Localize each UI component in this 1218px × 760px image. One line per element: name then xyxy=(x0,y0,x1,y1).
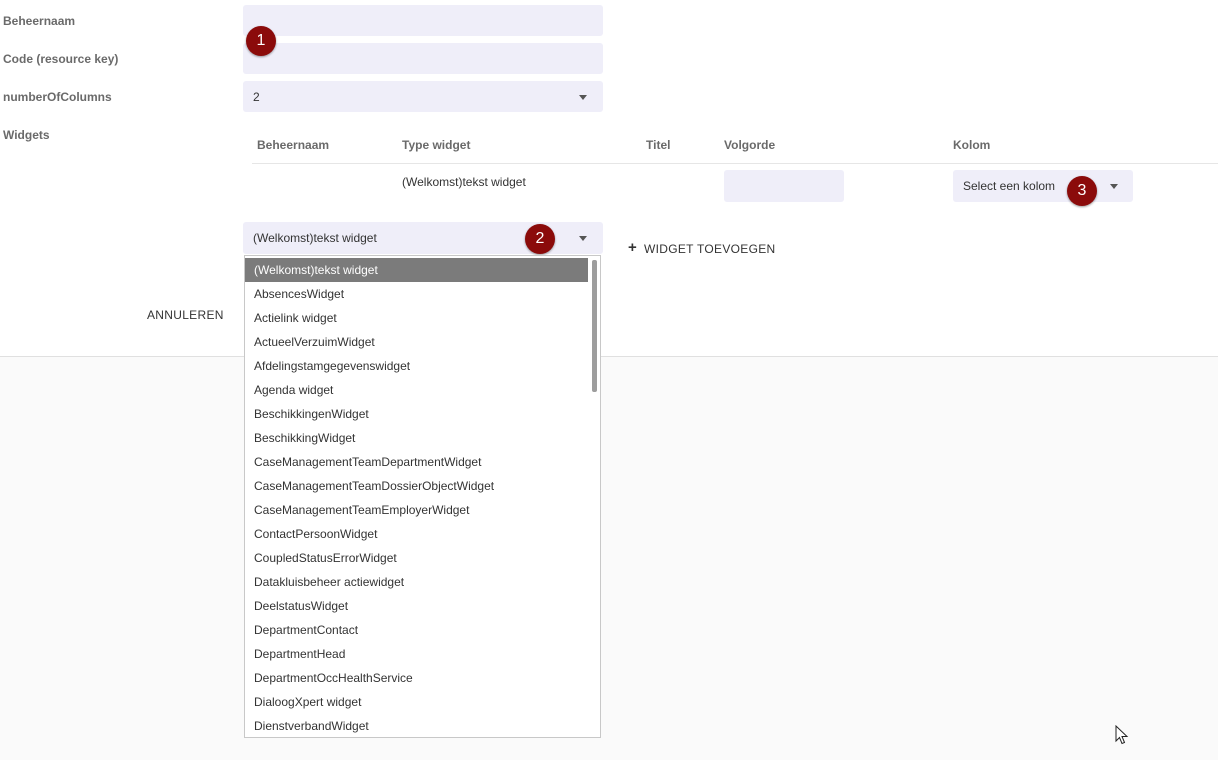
beheernaam-input[interactable] xyxy=(243,5,603,36)
table-header-divider xyxy=(252,163,1218,164)
dropdown-option[interactable]: Actielink widget xyxy=(245,306,588,330)
step-badge-1: 1 xyxy=(246,26,276,56)
dropdown-option[interactable]: DienstverbandWidget xyxy=(245,714,588,737)
cursor-icon xyxy=(1115,725,1129,745)
dropdown-option[interactable]: CaseManagementTeamDossierObjectWidget xyxy=(245,474,588,498)
chevron-down-icon xyxy=(1110,184,1118,189)
column-header-beheernaam: Beheernaam xyxy=(257,138,330,152)
dropdown-option[interactable]: Afdelingstamgegevenswidget xyxy=(245,354,588,378)
column-header-titel: Titel xyxy=(646,138,671,152)
dropdown-option[interactable]: DialoogXpert widget xyxy=(245,690,588,714)
columns-label: numberOfColumns xyxy=(3,90,112,104)
widgets-label: Widgets xyxy=(3,128,50,142)
kolom-placeholder: Select een kolom xyxy=(963,179,1056,193)
chevron-down-icon xyxy=(579,236,587,241)
dropdown-option[interactable]: AbsencesWidget xyxy=(245,282,588,306)
beheernaam-label: Beheernaam xyxy=(3,14,76,28)
chevron-down-icon xyxy=(579,95,587,100)
dropdown-option[interactable]: ActueelVerzuimWidget xyxy=(245,330,588,354)
kolom-select[interactable]: Select een kolom xyxy=(953,170,1133,202)
row-type-widget: (Welkomst)tekst widget xyxy=(402,175,526,189)
dropdown-scrollbar[interactable] xyxy=(592,260,597,392)
columns-select[interactable]: 2 xyxy=(243,81,603,112)
dropdown-option[interactable]: BeschikkingWidget xyxy=(245,426,588,450)
widget-type-value: (Welkomst)tekst widget xyxy=(253,231,377,245)
volgorde-input[interactable] xyxy=(724,170,844,202)
dropdown-option[interactable]: BeschikkingenWidget xyxy=(245,402,588,426)
widget-type-dropdown[interactable]: (Welkomst)tekst widget AbsencesWidget Ac… xyxy=(244,255,601,738)
code-label: Code (resource key) xyxy=(3,52,119,66)
section-divider xyxy=(0,356,1218,357)
dropdown-option-list: (Welkomst)tekst widget AbsencesWidget Ac… xyxy=(245,258,588,737)
plus-icon: + xyxy=(628,239,637,256)
dropdown-option[interactable]: CaseManagementTeamEmployerWidget xyxy=(245,498,588,522)
dropdown-option[interactable]: CaseManagementTeamDepartmentWidget xyxy=(245,450,588,474)
columns-value: 2 xyxy=(253,90,260,104)
step-badge-2: 2 xyxy=(525,224,555,254)
dropdown-option[interactable]: Datakluisbeheer actiewidget xyxy=(245,570,588,594)
dropdown-option[interactable]: ContactPersoonWidget xyxy=(245,522,588,546)
page-lower-area xyxy=(0,357,1218,760)
step-badge-3: 3 xyxy=(1067,176,1097,206)
column-header-type-widget: Type widget xyxy=(402,138,471,152)
dropdown-option[interactable]: Agenda widget xyxy=(245,378,588,402)
code-input[interactable] xyxy=(243,43,603,74)
add-widget-label: WIDGET TOEVOEGEN xyxy=(644,242,776,256)
dropdown-option[interactable]: DepartmentHead xyxy=(245,642,588,666)
cancel-button[interactable]: ANNULEREN xyxy=(147,308,224,322)
column-header-volgorde: Volgorde xyxy=(724,138,776,152)
column-header-kolom: Kolom xyxy=(953,138,991,152)
dropdown-option[interactable]: DepartmentContact xyxy=(245,618,588,642)
dropdown-option[interactable]: DeelstatusWidget xyxy=(245,594,588,618)
dropdown-option[interactable]: CoupledStatusErrorWidget xyxy=(245,546,588,570)
dropdown-option[interactable]: (Welkomst)tekst widget xyxy=(245,258,588,282)
dropdown-option[interactable]: DepartmentOccHealthService xyxy=(245,666,588,690)
